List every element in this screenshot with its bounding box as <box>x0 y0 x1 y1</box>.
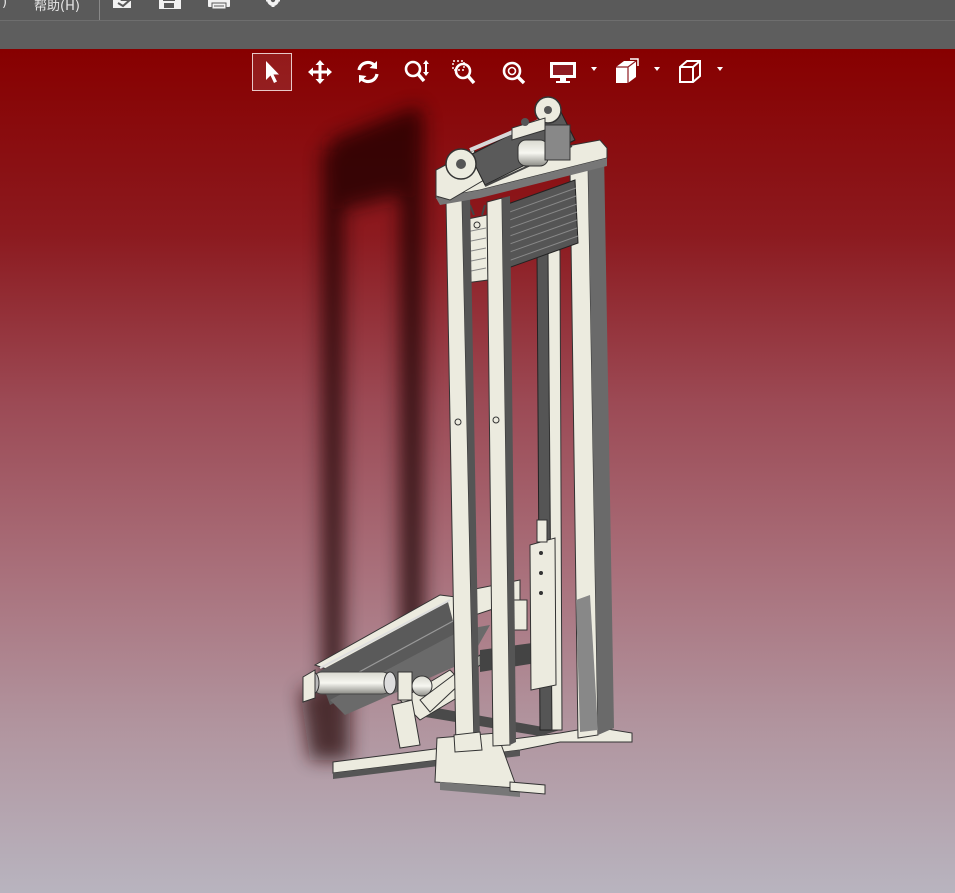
secondary-toolbar <box>0 21 955 49</box>
menu-item-fragment[interactable]: ) <box>2 0 7 10</box>
settings-icon[interactable] <box>260 0 286 12</box>
3d-viewport[interactable] <box>0 49 955 893</box>
print-icon[interactable] <box>206 0 232 12</box>
menu-separator <box>99 0 100 20</box>
save-icon[interactable] <box>157 0 183 12</box>
3d-model[interactable] <box>0 49 955 893</box>
menu-item-help[interactable]: 帮助(H) <box>34 0 80 14</box>
menu-bar: ) 帮助(H) <box>0 0 955 21</box>
open-icon[interactable] <box>110 0 136 12</box>
